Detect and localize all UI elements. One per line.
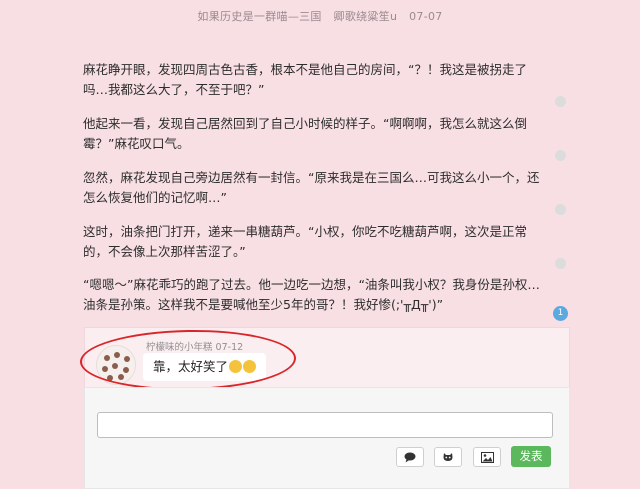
- comment-tool-button[interactable]: [396, 447, 424, 467]
- publish-button[interactable]: 发表: [511, 446, 551, 467]
- story-paragraph: 麻花睁开眼，发现四周古色古香，根本不是他自己的房间，“？！我这是被拐走了吗…我都…: [83, 62, 527, 97]
- comment-count-badge[interactable]: 1: [553, 306, 568, 321]
- paragraph-comment-dot[interactable]: [555, 204, 566, 215]
- reply-input[interactable]: [97, 412, 553, 438]
- paragraph-comment-dot[interactable]: [555, 258, 566, 269]
- github-icon: [443, 453, 453, 461]
- github-tool-button[interactable]: [434, 447, 462, 467]
- story-paragraph: “嗯嗯～”麻花乖巧的跑了过去。他一边吃一边想，“油条叫我小权？我身份是孙权…油条…: [83, 277, 540, 312]
- image-tool-button[interactable]: [473, 447, 501, 467]
- story-paragraph: 他起来一看，发现自己居然回到了自己小时候的样子。“啊啊啊，我怎么就这么倒霉？”麻…: [83, 116, 527, 151]
- story-paragraph: 这时，油条把门打开，递来一串糖葫芦。“小权，你吃不吃糖葫芦啊，这次是正常的，不会…: [83, 224, 527, 259]
- chapter-header: 如果历史是一群喵—三国 卿歌绕粱笙u 07-07: [0, 8, 640, 24]
- story-paragraph: 忽然，麻花发现自己旁边居然有一封信。“原来我是在三国么…可我这么小一个，还怎么恢…: [83, 170, 540, 205]
- comment-icon: [404, 452, 416, 462]
- paragraph-comment-dot[interactable]: [555, 150, 566, 161]
- reply-box: [84, 387, 570, 489]
- paragraph-comment-dot[interactable]: [555, 96, 566, 107]
- image-icon: [480, 451, 494, 463]
- chapter-date: 07-07: [409, 10, 443, 23]
- chapter-title: 如果历史是一群喵—三国: [197, 10, 322, 23]
- chapter-author: 卿歌绕粱笙u: [333, 10, 398, 23]
